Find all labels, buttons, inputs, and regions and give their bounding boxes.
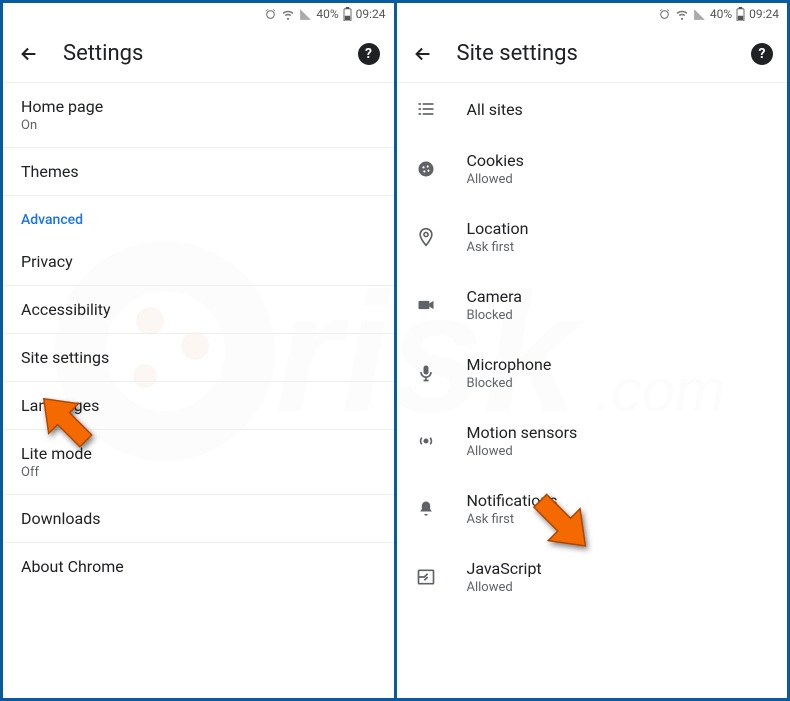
site-settings-pane: 40% 09:24 Site settings ? All sites Cook… (397, 3, 788, 698)
item-label: Cookies (467, 151, 770, 170)
wifi-icon (675, 8, 689, 21)
battery-percent: 40% (316, 7, 338, 21)
setting-label: Home page (21, 97, 376, 116)
setting-downloads[interactable]: Downloads (3, 495, 394, 543)
clock: 09:24 (749, 7, 779, 21)
setting-sub: Off (21, 465, 376, 480)
site-javascript[interactable]: JavaScript Allowed (397, 543, 788, 611)
page-title: Settings (63, 41, 336, 66)
item-label: All sites (467, 100, 770, 119)
help-button[interactable]: ? (358, 43, 380, 65)
setting-label: Site settings (21, 348, 376, 367)
setting-label: Downloads (21, 509, 376, 528)
site-cookies[interactable]: Cookies Allowed (397, 135, 788, 203)
setting-languages[interactable]: Languages (3, 382, 394, 430)
help-button[interactable]: ? (751, 43, 773, 65)
motion-icon (411, 431, 441, 451)
camera-icon (411, 295, 441, 315)
app-bar: Site settings ? (397, 25, 788, 83)
alarm-icon (264, 8, 277, 21)
setting-about-chrome[interactable]: About Chrome (3, 543, 394, 590)
setting-themes[interactable]: Themes (3, 148, 394, 196)
setting-label: About Chrome (21, 557, 376, 576)
setting-label: Accessibility (21, 300, 376, 319)
item-sub: Allowed (467, 172, 770, 187)
settings-list: Home page On Themes Advanced Privacy Acc… (3, 83, 394, 698)
site-camera[interactable]: Camera Blocked (397, 271, 788, 339)
site-all-sites[interactable]: All sites (397, 83, 788, 135)
item-label: Microphone (467, 355, 770, 374)
page-title: Site settings (457, 41, 730, 66)
clock: 09:24 (356, 7, 386, 21)
item-label: JavaScript (467, 559, 770, 578)
setting-lite-mode[interactable]: Lite mode Off (3, 430, 394, 495)
settings-pane: 40% 09:24 Settings ? Home page On Themes… (3, 3, 397, 698)
item-sub: Blocked (467, 308, 770, 323)
back-button[interactable] (17, 42, 41, 66)
microphone-icon (411, 363, 441, 383)
signal-icon (299, 8, 312, 21)
setting-label: Lite mode (21, 444, 376, 463)
item-sub: Allowed (467, 580, 770, 595)
app-bar: Settings ? (3, 25, 394, 83)
alarm-icon (658, 8, 671, 21)
battery-icon (343, 7, 352, 21)
item-sub: Ask first (467, 240, 770, 255)
site-microphone[interactable]: Microphone Blocked (397, 339, 788, 407)
item-label: Motion sensors (467, 423, 770, 442)
status-bar: 40% 09:24 (3, 3, 394, 25)
location-icon (411, 226, 441, 248)
battery-icon (736, 7, 745, 21)
item-label: Location (467, 219, 770, 238)
signal-icon (693, 8, 706, 21)
site-notifications[interactable]: Notifications Ask first (397, 475, 788, 543)
setting-privacy[interactable]: Privacy (3, 238, 394, 286)
setting-accessibility[interactable]: Accessibility (3, 286, 394, 334)
item-sub: Allowed (467, 444, 770, 459)
cookie-icon (411, 159, 441, 179)
setting-site-settings[interactable]: Site settings (3, 334, 394, 382)
site-settings-list: All sites Cookies Allowed Location Ask fir… (397, 83, 788, 698)
setting-label: Privacy (21, 252, 376, 271)
item-sub: Blocked (467, 376, 770, 391)
site-location[interactable]: Location Ask first (397, 203, 788, 271)
list-icon (411, 99, 441, 119)
setting-label: Languages (21, 396, 376, 415)
setting-sub: On (21, 118, 376, 133)
bell-icon (411, 499, 441, 519)
wifi-icon (281, 8, 295, 21)
setting-home-page[interactable]: Home page On (3, 83, 394, 148)
site-motion-sensors[interactable]: Motion sensors Allowed (397, 407, 788, 475)
item-label: Camera (467, 287, 770, 306)
section-advanced: Advanced (3, 196, 394, 238)
setting-label: Themes (21, 162, 376, 181)
battery-percent: 40% (710, 7, 732, 21)
back-button[interactable] (411, 42, 435, 66)
item-label: Notifications (467, 491, 770, 510)
status-bar: 40% 09:24 (397, 3, 788, 25)
item-sub: Ask first (467, 512, 770, 527)
javascript-icon (411, 567, 441, 587)
